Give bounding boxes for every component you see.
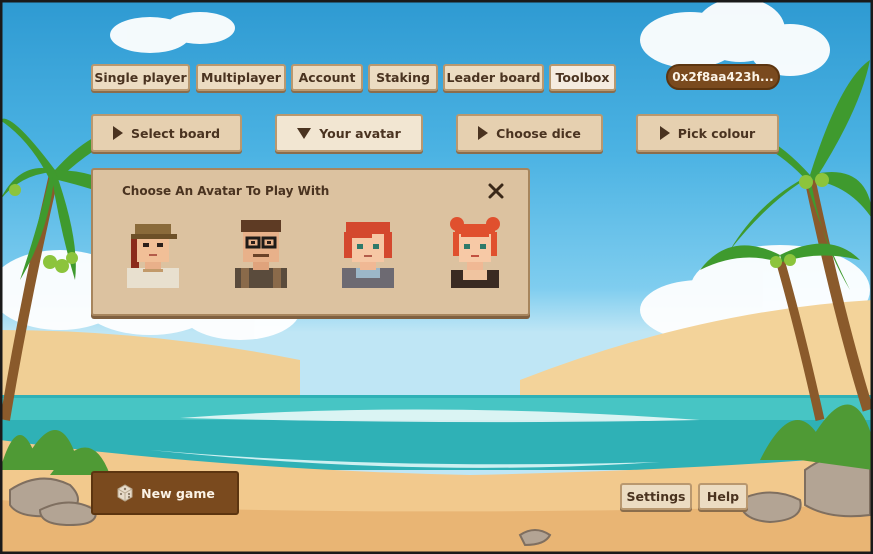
- help-button[interactable]: Help: [698, 483, 748, 510]
- nav-account[interactable]: Account: [291, 64, 363, 91]
- game-screen: Single player Multiplayer Account Stakin…: [0, 0, 873, 554]
- avatar-panel: Choose An Avatar To Play With: [91, 168, 530, 316]
- explorer-cap-avatar[interactable]: [121, 214, 185, 288]
- play-triangle-icon: [112, 126, 123, 140]
- tab-label: Choose dice: [496, 125, 581, 141]
- tab-select-board[interactable]: Select board: [91, 114, 242, 152]
- tab-label: Pick colour: [677, 125, 756, 141]
- bun-girl-avatar[interactable]: [443, 214, 507, 288]
- wallet-address-button[interactable]: 0x2f8aa423h...: [666, 64, 780, 90]
- tab-your-avatar[interactable]: Your avatar: [275, 114, 423, 152]
- glasses-man-avatar[interactable]: [229, 214, 293, 288]
- nav-single-player[interactable]: Single player: [91, 64, 190, 91]
- play-triangle-icon: [478, 126, 489, 140]
- nav-staking[interactable]: Staking: [368, 64, 438, 91]
- down-triangle-icon: [297, 127, 312, 139]
- close-x-icon[interactable]: [487, 182, 505, 200]
- tab-pick-colour[interactable]: Pick colour: [636, 114, 779, 152]
- tab-label: Your avatar: [319, 125, 401, 141]
- nav-leader-board[interactable]: Leader board: [443, 64, 544, 91]
- tab-choose-dice[interactable]: Choose dice: [456, 114, 603, 152]
- redhead-boy-avatar[interactable]: [336, 214, 400, 288]
- panel-title: Choose An Avatar To Play With: [122, 184, 330, 198]
- play-triangle-icon: [659, 126, 670, 140]
- new-game-button[interactable]: New game: [91, 471, 239, 515]
- tab-label: Select board: [130, 125, 221, 141]
- new-game-label: New game: [141, 485, 215, 501]
- dice-icon: [117, 484, 133, 502]
- nav-multiplayer[interactable]: Multiplayer: [196, 64, 286, 91]
- nav-toolbox[interactable]: Toolbox: [549, 64, 616, 91]
- settings-button[interactable]: Settings: [620, 483, 692, 510]
